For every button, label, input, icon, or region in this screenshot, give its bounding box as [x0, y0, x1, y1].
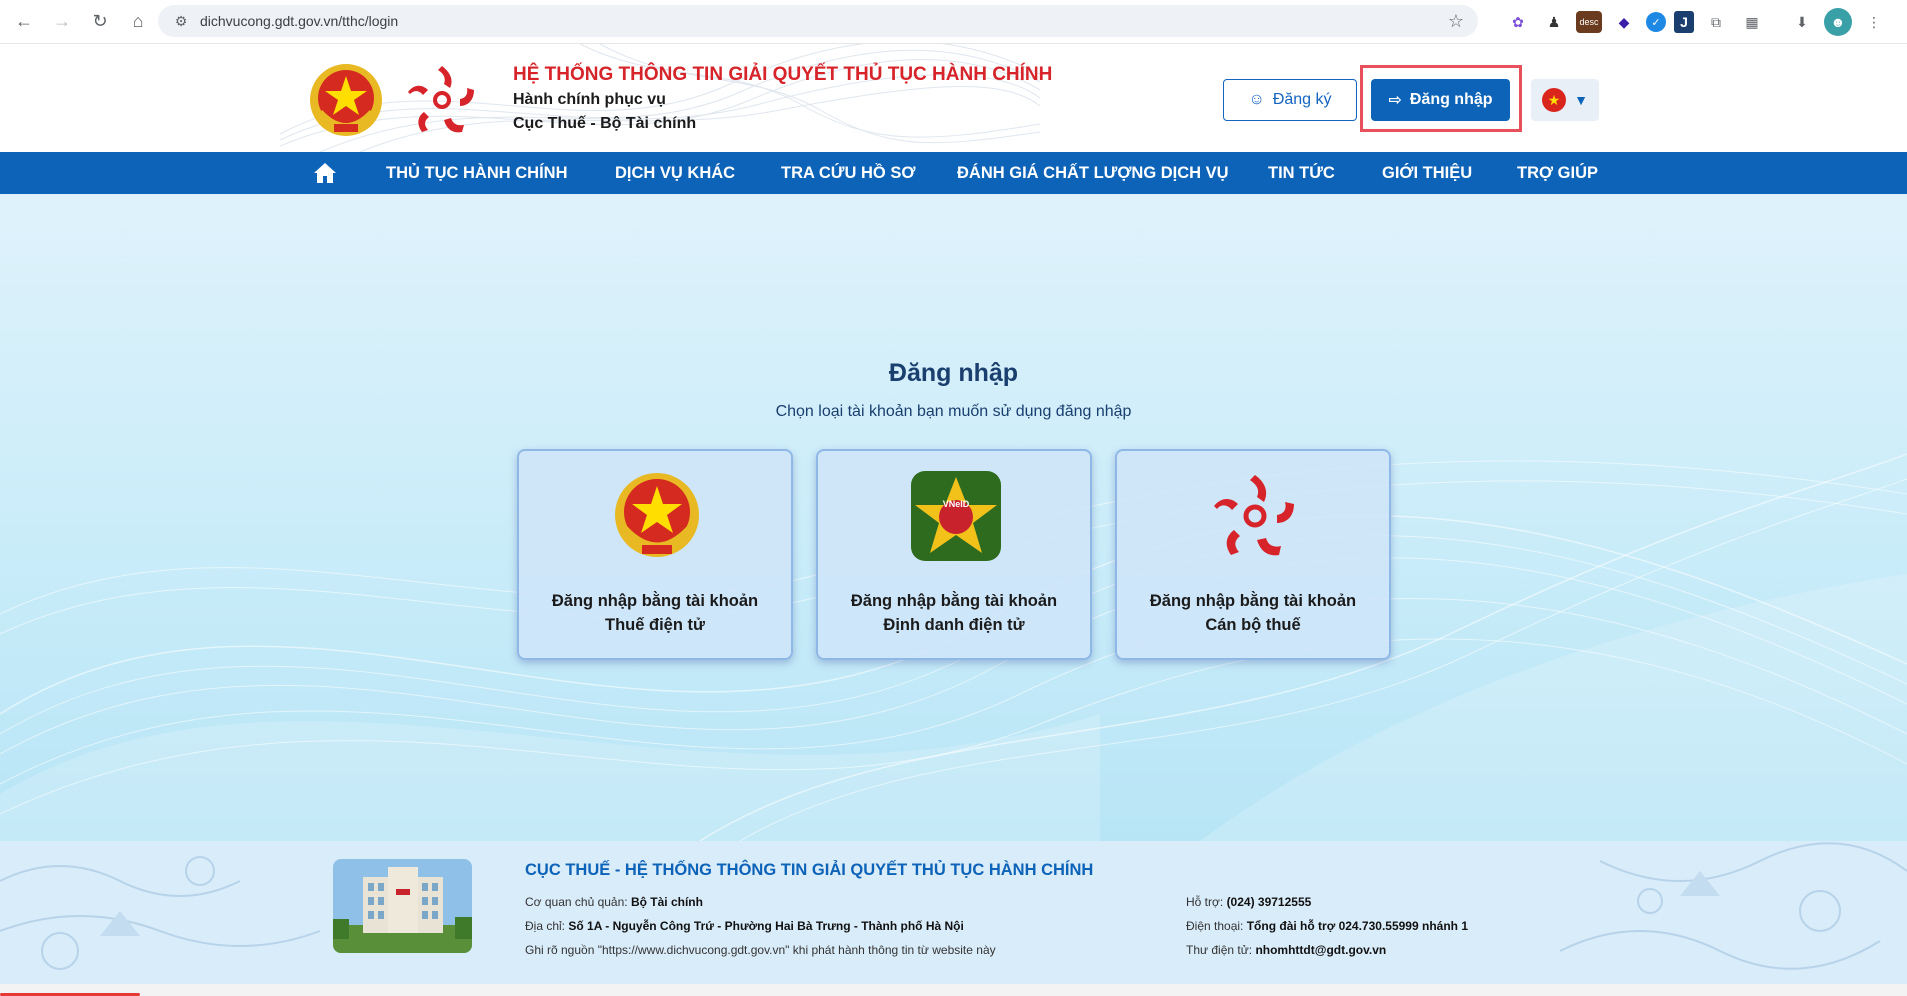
- profile-avatar[interactable]: ☻: [1824, 8, 1852, 36]
- forward-icon[interactable]: →: [44, 4, 80, 40]
- footer-agency-value: Bộ Tài chính: [630, 895, 703, 909]
- footer-phone-label: Điện thoại:: [1186, 919, 1244, 933]
- tax-department-building-photo: [333, 859, 472, 953]
- card-line2: Cán bộ thuế: [1205, 616, 1301, 634]
- login-option-e-tax-label: Đăng nhập bằng tài khoản Thuế điện tử: [519, 589, 791, 637]
- home-nav-icon[interactable]: [313, 161, 337, 185]
- site-subtitle-agency: Cục Thuế - Bộ Tài chính: [513, 115, 697, 132]
- card-line2: Định danh điện tử: [883, 616, 1025, 634]
- footer-email-label: Thư điện tử:: [1186, 943, 1253, 957]
- site-title: HỆ THỐNG THÔNG TIN GIẢI QUYẾT THỦ TỤC HÀ…: [513, 64, 1053, 85]
- check-badge-icon[interactable]: ✓: [1646, 12, 1666, 32]
- site-subtitle-service: Hành chính phục vụ: [513, 91, 666, 108]
- language-dropdown[interactable]: ★ ▼: [1531, 79, 1599, 121]
- login-option-vneid[interactable]: VNeID Đăng nhập bằng tài khoản Định danh…: [816, 449, 1092, 660]
- menu-icon[interactable]: ⋮: [1860, 8, 1888, 36]
- footer-phone: Điện thoại: Tổng đài hỗ trợ 024.730.5599…: [1186, 919, 1468, 933]
- back-icon[interactable]: ←: [6, 4, 42, 40]
- site-header: HỆ THỐNG THÔNG TIN GIẢI QUYẾT THỦ TỤC HÀ…: [0, 44, 1907, 152]
- caret-down-icon: ▼: [1574, 92, 1588, 108]
- url-text: dichvucong.gdt.gov.vn/tthc/login: [200, 13, 399, 29]
- footer-support-value: (024) 39712555: [1226, 895, 1312, 909]
- main-navigation: THỦ TỤC HÀNH CHÍNH DỊCH VỤ KHÁC TRA CỨU …: [0, 152, 1907, 194]
- j-icon[interactable]: J: [1674, 11, 1694, 33]
- nav-item-about[interactable]: GIỚI THIỆU: [1382, 152, 1472, 194]
- diamond-icon[interactable]: ◆: [1610, 8, 1638, 36]
- footer-title: CỤC THUẾ - HỆ THỐNG THÔNG TIN GIẢI QUYẾT…: [525, 861, 1094, 879]
- footer-address-value: Số 1A - Nguyễn Công Trứ - Phường Hai Bà …: [568, 919, 964, 933]
- user-icon[interactable]: ♟: [1540, 8, 1568, 36]
- download-icon[interactable]: ⬇: [1788, 8, 1816, 36]
- footer-address-label: Địa chỉ:: [525, 919, 566, 933]
- extensions-bar: ✿ ♟ desc ◆ ✓ J ⧉ ▦ ⬇ ☻ ⋮: [1504, 8, 1896, 36]
- site-info-icon[interactable]: ⚙: [168, 13, 194, 30]
- footer-agency-label: Cơ quan chủ quản:: [525, 895, 628, 909]
- card-line1: Đăng nhập bằng tài khoản: [1149, 592, 1357, 610]
- browser-toolbar: ← → ↻ ⌂ ⚙ dichvucong.gdt.gov.vn/tthc/log…: [0, 0, 1907, 44]
- public-service-star-icon: [1214, 475, 1294, 556]
- desc-extension-icon[interactable]: desc: [1576, 11, 1602, 33]
- sign-in-icon: ⇨: [1388, 92, 1402, 109]
- nav-item-administrative-procedures[interactable]: THỦ TỤC HÀNH CHÍNH: [386, 152, 567, 194]
- login-label: Đăng nhập: [1409, 91, 1493, 108]
- address-bar[interactable]: ⚙ dichvucong.gdt.gov.vn/tthc/login ☆: [158, 5, 1478, 37]
- nav-item-news[interactable]: TIN TỨC: [1268, 152, 1335, 194]
- footer-support: Hỗ trợ: (024) 39712555: [1186, 895, 1311, 909]
- copy-icon[interactable]: ⧉: [1702, 8, 1730, 36]
- nav-item-help[interactable]: TRỢ GIÚP: [1517, 152, 1598, 194]
- footer-address: Địa chỉ: Số 1A - Nguyễn Công Trứ - Phườn…: [525, 919, 964, 933]
- vneid-text: VNeID: [943, 499, 970, 509]
- register-button[interactable]: ☺ Đăng ký: [1223, 79, 1357, 121]
- user-plus-icon: ☺: [1248, 91, 1265, 108]
- login-option-tax-officer-label: Đăng nhập bằng tài khoản Cán bộ thuế: [1117, 589, 1389, 637]
- national-emblem-logo: [310, 64, 382, 136]
- nav-item-lookup-records[interactable]: TRA CỨU HỒ SƠ: [781, 152, 915, 194]
- footer-email-value[interactable]: nhomhttdt@gdt.gov.vn: [1255, 943, 1386, 957]
- flower-icon[interactable]: ✿: [1504, 8, 1532, 36]
- login-subtitle: Chọn loại tài khoản bạn muốn sử dụng đăn…: [775, 403, 1132, 420]
- page-bottom-strip: [0, 984, 1907, 996]
- site-footer: CỤC THUẾ - HỆ THỐNG THÔNG TIN GIẢI QUYẾT…: [0, 841, 1907, 984]
- login-option-e-tax[interactable]: Đăng nhập bằng tài khoản Thuế điện tử: [517, 449, 793, 660]
- login-button[interactable]: ⇨ Đăng nhập: [1371, 79, 1510, 121]
- nav-item-other-services[interactable]: DỊCH VỤ KHÁC: [615, 152, 735, 194]
- register-label: Đăng ký: [1272, 91, 1332, 108]
- nav-item-service-quality[interactable]: ĐÁNH GIÁ CHẤT LƯỢNG DỊCH VỤ: [957, 152, 1229, 194]
- login-section: Đăng nhập Chọn loại tài khoản bạn muốn s…: [0, 194, 1907, 841]
- footer-email: Thư điện tử: nhomhttdt@gdt.gov.vn: [1186, 943, 1386, 957]
- card-line2: Thuế điện tử: [605, 616, 705, 634]
- national-emblem-icon: [615, 473, 699, 557]
- reload-icon[interactable]: ↻: [82, 4, 118, 40]
- footer-agency: Cơ quan chủ quản: Bộ Tài chính: [525, 895, 703, 909]
- card-line1: Đăng nhập bằng tài khoản: [551, 592, 759, 610]
- bookmark-star-icon[interactable]: ☆: [1448, 11, 1464, 32]
- public-service-star-logo: [408, 66, 474, 133]
- vneid-icon: VNeID: [911, 471, 1001, 561]
- home-icon[interactable]: ⌂: [120, 4, 156, 40]
- footer-phone-value: Tổng đài hỗ trợ 024.730.55999 nhánh 1: [1246, 919, 1468, 933]
- vietnam-flag-icon: ★: [1542, 88, 1567, 112]
- footer-source-note: Ghi rõ nguồn "https://www.dichvucong.gdt…: [525, 943, 996, 957]
- footer-support-label: Hỗ trợ:: [1186, 895, 1224, 909]
- puzzle-icon[interactable]: ▦: [1738, 8, 1766, 36]
- login-option-tax-officer[interactable]: Đăng nhập bằng tài khoản Cán bộ thuế: [1115, 449, 1391, 660]
- card-line1: Đăng nhập bằng tài khoản: [850, 592, 1058, 610]
- login-option-vneid-label: Đăng nhập bằng tài khoản Định danh điện …: [818, 589, 1090, 637]
- login-title: Đăng nhập: [888, 359, 1019, 387]
